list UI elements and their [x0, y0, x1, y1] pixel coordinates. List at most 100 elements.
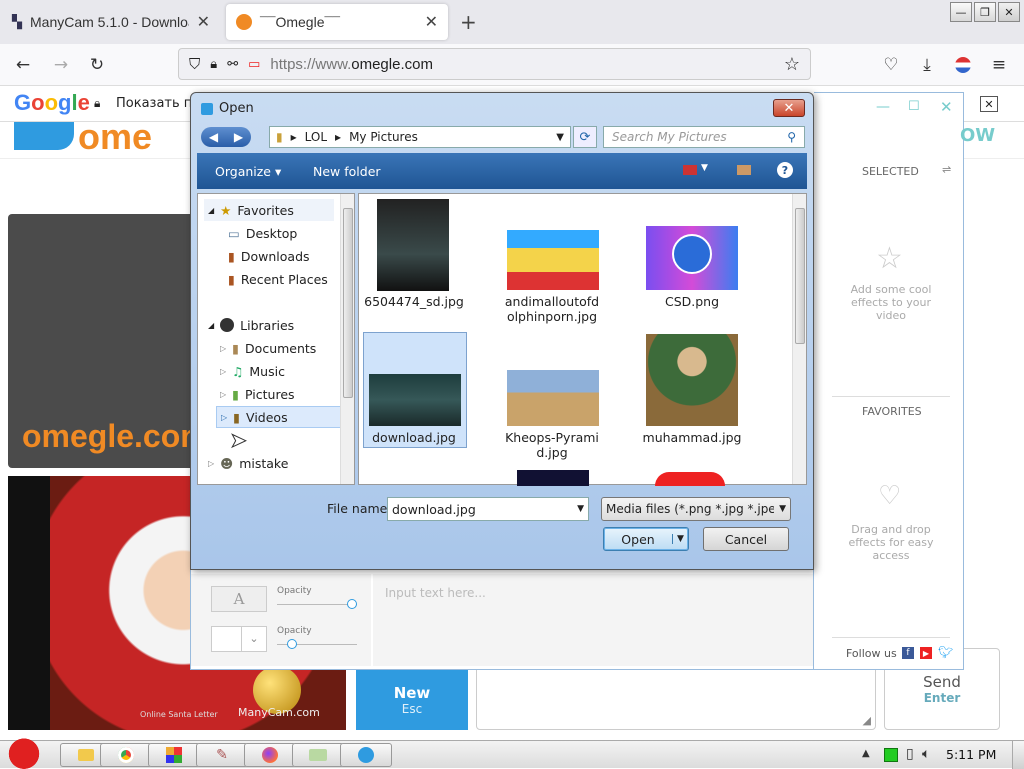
- cancel-button[interactable]: Cancel: [703, 527, 789, 551]
- expand-arrow-icon[interactable]: ◢: [208, 206, 214, 215]
- file-name-6504474[interactable]: 6504474_sd.jpg: [359, 294, 469, 309]
- lock-icon[interactable]: 🔒︎: [210, 56, 217, 72]
- help-icon[interactable]: ?: [777, 162, 793, 178]
- file-thumb-6504474[interactable]: [377, 199, 449, 291]
- dialog-close-button[interactable]: ✕: [773, 99, 805, 117]
- chevron-down-icon[interactable]: ▼: [577, 504, 584, 514]
- nav-videos[interactable]: ▷ ▮ Videos: [216, 406, 346, 428]
- breadcrumb-my-pictures[interactable]: My Pictures: [349, 130, 418, 144]
- taskbar-firefox-icon[interactable]: [244, 743, 296, 767]
- bookmark-star-icon[interactable]: ☆: [784, 54, 800, 75]
- file-type-filter[interactable]: Media files (*.png *.jpg *.jpeg * ▼: [601, 497, 791, 521]
- file-thumb-muhammad[interactable]: [646, 334, 738, 426]
- file-thumb-download[interactable]: [369, 374, 461, 426]
- chevron-down-icon[interactable]: ▼: [701, 163, 708, 173]
- settings-sliders-icon[interactable]: ⇌: [942, 163, 951, 176]
- expand-arrow-icon[interactable]: ◢: [208, 321, 214, 330]
- mc-maximize-icon[interactable]: ☐: [908, 99, 920, 114]
- view-options-icon[interactable]: [683, 165, 697, 175]
- opacity-slider-2[interactable]: [277, 639, 357, 649]
- nav-favorites[interactable]: ◢ ★ Favorites: [204, 199, 334, 221]
- vpn-icon[interactable]: [950, 52, 976, 78]
- scrollbar-thumb[interactable]: [343, 208, 353, 398]
- nav-music[interactable]: ▷ ♫ Music: [216, 360, 346, 382]
- tray-network-icon[interactable]: [884, 748, 898, 762]
- collapse-arrow-icon[interactable]: ▷: [220, 367, 226, 376]
- restore-icon[interactable]: ❐: [974, 2, 996, 22]
- tray-volume-icon[interactable]: 🔈︎: [922, 746, 930, 762]
- nav-downloads[interactable]: ▮ Downloads: [224, 245, 354, 267]
- back-arrow-icon[interactable]: ◀: [209, 130, 218, 144]
- taskbar-paint-icon[interactable]: ✎: [196, 743, 248, 767]
- file-name-download[interactable]: download.jpg: [359, 430, 469, 445]
- tray-expand-icon[interactable]: ▲: [862, 748, 870, 759]
- nav-desktop[interactable]: ▭ Desktop: [224, 222, 354, 244]
- file-thumb-partial-2[interactable]: [655, 472, 725, 486]
- taskbar-manycam-icon[interactable]: [340, 743, 392, 767]
- search-input[interactable]: Search My Pictures ⚲: [603, 126, 805, 148]
- scrollbar-thumb[interactable]: [795, 208, 805, 344]
- mc-close-icon[interactable]: ✕: [940, 98, 953, 116]
- preview-pane-icon[interactable]: [737, 165, 751, 175]
- back-forward-buttons[interactable]: ◀ ▶: [201, 127, 251, 147]
- file-thumb-csd[interactable]: [646, 226, 738, 290]
- clock[interactable]: 5:11 PM: [946, 747, 996, 762]
- youtube-icon[interactable]: ▶: [920, 647, 932, 659]
- collapse-arrow-icon[interactable]: ▷: [220, 344, 226, 353]
- new-tab-icon[interactable]: +: [460, 10, 477, 34]
- file-name-andimall[interactable]: andimalloutofd olphinporn.jpg: [497, 294, 607, 324]
- url-bar[interactable]: ⛉ 🔒︎ ⚯ ▭ https://www.omegle.com ☆: [178, 48, 811, 80]
- file-thumb-kheops[interactable]: [507, 370, 599, 426]
- permissions-icon[interactable]: ⚯: [227, 56, 238, 72]
- shield-icon[interactable]: ⛉: [189, 56, 200, 73]
- menu-icon[interactable]: ≡: [986, 52, 1012, 78]
- split-dropdown-icon[interactable]: ▼: [672, 534, 688, 544]
- nav-pictures[interactable]: ▷ ▮ Pictures: [216, 383, 346, 405]
- file-name-kheops[interactable]: Kheops-Pyrami d.jpg: [497, 430, 607, 460]
- forward-icon[interactable]: →: [48, 52, 74, 78]
- chevron-down-icon[interactable]: ▼: [779, 504, 786, 514]
- pocket-icon[interactable]: ♡: [878, 52, 904, 78]
- google-bar-close-icon[interactable]: ✕: [980, 96, 998, 112]
- address-breadcrumb[interactable]: ▮ ▸ LOL ▸ My Pictures ▼: [269, 126, 571, 148]
- minimize-icon[interactable]: —: [950, 2, 972, 22]
- tab-manycam[interactable]: ▚ ManyCam 5.1.0 - Download ✕: [2, 4, 220, 40]
- search-icon[interactable]: ⚲: [787, 130, 796, 144]
- opacity-slider-1[interactable]: [277, 599, 357, 609]
- new-chat-button[interactable]: New Esc: [356, 670, 468, 730]
- open-button[interactable]: Open ▼: [603, 527, 689, 551]
- file-name-muhammad[interactable]: muhammad.jpg: [637, 430, 747, 445]
- collapse-arrow-icon[interactable]: ▷: [221, 413, 227, 422]
- collapse-arrow-icon[interactable]: ▷: [208, 459, 214, 468]
- files-scrollbar[interactable]: [792, 194, 806, 484]
- show-desktop-button[interactable]: [1012, 741, 1024, 769]
- taskbar-folder-icon[interactable]: [292, 743, 344, 767]
- color-picker[interactable]: ⌄: [211, 626, 267, 652]
- facebook-icon[interactable]: f: [902, 647, 914, 659]
- text-overlay-input[interactable]: Input text here...: [385, 586, 486, 600]
- nav-libraries[interactable]: ◢ Libraries: [204, 314, 334, 336]
- file-thumb-andimall[interactable]: [507, 230, 599, 290]
- new-folder-button[interactable]: New folder: [313, 164, 381, 179]
- taskbar-chrome-icon[interactable]: [100, 743, 152, 767]
- start-button-angry-bird-icon[interactable]: [4, 735, 44, 769]
- collapse-arrow-icon[interactable]: ▷: [220, 390, 226, 399]
- tab-omegle[interactable]: ¯¯Omegle¯¯ ✕: [226, 4, 448, 40]
- organize-menu[interactable]: Organize ▾: [215, 164, 281, 179]
- nav-documents[interactable]: ▷ ▮ Documents: [216, 337, 346, 359]
- nav-scrollbar[interactable]: [340, 194, 354, 484]
- nav-recent-places[interactable]: ▮ Recent Places: [224, 268, 354, 290]
- forward-arrow-icon[interactable]: ▶: [234, 130, 243, 144]
- downloads-icon[interactable]: ⤓: [914, 52, 940, 78]
- file-name-csd[interactable]: CSD.png: [637, 294, 747, 309]
- text-style-button[interactable]: A: [211, 586, 267, 612]
- breadcrumb-lol[interactable]: LOL: [305, 130, 327, 144]
- mc-minimize-icon[interactable]: —: [876, 99, 890, 115]
- file-thumb-partial-1[interactable]: [517, 470, 589, 486]
- camera-icon[interactable]: ▭: [248, 56, 260, 72]
- close-tab-icon[interactable]: ✕: [197, 12, 210, 32]
- chevron-down-icon[interactable]: ▼: [556, 132, 564, 143]
- reload-icon[interactable]: ↻: [84, 52, 110, 78]
- back-icon[interactable]: ←: [10, 52, 36, 78]
- nav-mistake[interactable]: ▷ ☻ mistake: [204, 452, 334, 474]
